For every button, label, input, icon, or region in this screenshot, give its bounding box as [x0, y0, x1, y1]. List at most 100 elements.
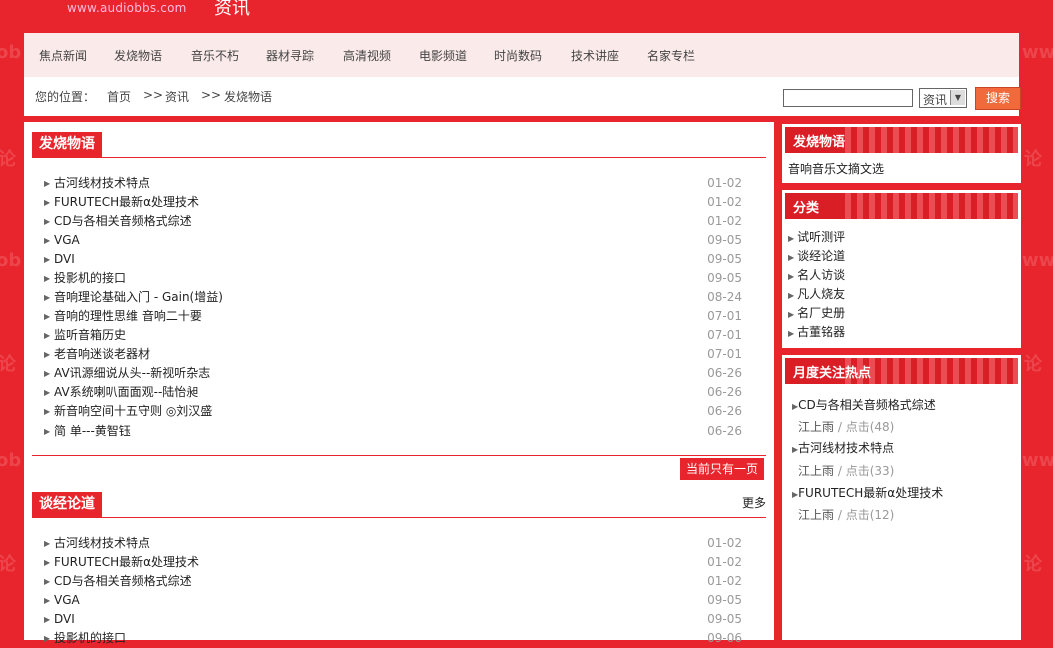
sidebar-box-stories: 发烧物语 音响音乐文摘文选	[782, 124, 1021, 183]
list-item[interactable]: ▶ 投影机的接口 09-05	[44, 269, 742, 288]
list-item[interactable]: ▶ FURUTECH最新α处理技术 01-02	[44, 553, 742, 572]
sidebar-box-title: 月度关注热点	[793, 366, 872, 381]
bg-pattern: ob	[0, 450, 22, 471]
list-item[interactable]: ▶ 音响的理性思维 音响二十要 07-01	[44, 307, 742, 326]
category-item[interactable]: ▶ 古董铭器	[788, 323, 845, 340]
bg-pattern: ww.	[1022, 42, 1053, 63]
bullet-arrow-icon: ▶	[44, 179, 51, 188]
bullet-arrow-icon: ▶	[788, 234, 795, 243]
list-item[interactable]: ▶ 监听音箱历史 07-01	[44, 326, 742, 345]
nav-item-music[interactable]: 音乐不朽	[191, 47, 239, 64]
nav-item-columns[interactable]: 名家专栏	[647, 47, 695, 64]
bullet-arrow-icon: ▶	[44, 596, 51, 605]
nav-item-focus-news[interactable]: 焦点新闻	[39, 47, 87, 64]
hot-item[interactable]: ▶CD与各相关音频格式综述	[792, 396, 936, 413]
site-url[interactable]: www.audiobbs.com	[67, 1, 187, 15]
bg-pattern: ob	[0, 42, 22, 63]
divider	[32, 455, 766, 456]
nav-item-tech[interactable]: 技术讲座	[571, 47, 619, 64]
bullet-arrow-icon: ▶	[788, 291, 795, 300]
bullet-arrow-icon: ▶	[44, 558, 51, 567]
hot-item[interactable]: ▶FURUTECH最新α处理技术	[792, 484, 943, 501]
bullet-arrow-icon: ▶	[788, 272, 795, 281]
section-title: 资讯	[214, 0, 250, 19]
breadcrumb-separator: >>	[143, 88, 164, 102]
list-item[interactable]: ▶ 投影机的接口 09-06	[44, 629, 742, 648]
list-item[interactable]: ▶ 简 单---黄智钰 06-26	[44, 422, 742, 441]
bullet-arrow-icon: ▶	[44, 427, 51, 436]
list-item[interactable]: ▶ CD与各相关音频格式综述 01-02	[44, 212, 742, 231]
breadcrumb-home[interactable]: 首页	[107, 88, 131, 105]
main-content: 发烧物语 ▶ 古河线材技术特点 01-02 ▶ FURUTECH最新α处理技术 01-0…	[24, 122, 774, 645]
nav-item-hd-video[interactable]: 高清视频	[343, 47, 391, 64]
category-item[interactable]: ▶ 谈经论道	[788, 247, 845, 264]
sidebar: 发烧物语 音响音乐文摘文选 分类 ▶ 试听测评 ▶ 谈经论道 ▶ 名人访谈 ▶ 凡人烧友…	[782, 122, 1021, 640]
section-title-stories[interactable]: 发烧物语	[32, 132, 102, 157]
location-bar: 您的位置： 首页 >> 资讯 >> 发烧物语 资讯 ▼ 搜索	[24, 77, 1021, 116]
bg-pattern: 论	[0, 149, 16, 170]
list-item[interactable]: ▶ AV讯源细说从头--新视听杂志 06-26	[44, 364, 742, 383]
search-button[interactable]: 搜索	[975, 87, 1021, 110]
category-item[interactable]: ▶ 名人访谈	[788, 266, 845, 283]
list-item[interactable]: ▶ 新音响空间十五守则 ◎刘汉盛 06-26	[44, 402, 742, 421]
dropdown-arrow-icon[interactable]: ▼	[950, 90, 965, 105]
list-item[interactable]: ▶ DVI 09-05	[44, 250, 742, 269]
nav-item-digital[interactable]: 时尚数码	[494, 47, 542, 64]
hot-item-meta: 江上雨 / 点击(48)	[798, 420, 895, 434]
list-item[interactable]: ▶ VGA 09-05	[44, 231, 742, 250]
divider	[32, 517, 766, 518]
sidebar-box-categories: 分类 ▶ 试听测评 ▶ 谈经论道 ▶ 名人访谈 ▶ 凡人烧友 ▶ 名厂史册 ▶ 古董铭器	[782, 190, 1021, 348]
search-input[interactable]	[783, 89, 913, 107]
breadcrumb-current[interactable]: 发烧物语	[224, 88, 272, 105]
list-item[interactable]: ▶ CD与各相关音频格式综述 01-02	[44, 572, 742, 591]
hot-item[interactable]: ▶古河线材技术特点	[792, 439, 894, 456]
sidebar-box-title: 发烧物语	[793, 135, 846, 150]
list-item[interactable]: ▶ VGA 09-05	[44, 591, 742, 610]
list-item[interactable]: ▶ 音响理论基础入门 - Gain(增益) 08-24	[44, 288, 742, 307]
list-item[interactable]: ▶ AV系统喇叭面面观--陆怡昶 06-26	[44, 383, 742, 402]
bullet-arrow-icon: ▶	[44, 388, 51, 397]
search-category-select[interactable]: 资讯 ▼	[919, 88, 967, 108]
more-link[interactable]: 更多	[742, 494, 766, 511]
bg-pattern: ww.	[1022, 450, 1053, 471]
sidebar-box-header: 月度关注热点	[785, 358, 1018, 384]
hot-item-meta: 江上雨 / 点击(12)	[798, 508, 895, 522]
bullet-arrow-icon: ▶	[44, 407, 51, 416]
category-item[interactable]: ▶ 凡人烧友	[788, 285, 845, 302]
bg-pattern: 论	[1024, 149, 1042, 170]
bg-pattern: ob	[0, 250, 22, 271]
breadcrumb-news[interactable]: 资讯	[165, 88, 189, 105]
bullet-arrow-icon: ▶	[44, 369, 51, 378]
list-item[interactable]: ▶ DVI 09-05	[44, 610, 742, 629]
bg-pattern: 论	[0, 354, 16, 375]
list-item[interactable]: ▶ 古河线材技术特点 01-02	[44, 174, 742, 193]
nav-item-audiophile-stories[interactable]: 发烧物语	[114, 47, 162, 64]
nav-item-movies[interactable]: 电影频道	[419, 47, 467, 64]
bullet-arrow-icon: ▶	[44, 615, 51, 624]
section-header-stories: 发烧物语	[32, 132, 766, 158]
bullet-arrow-icon: ▶	[44, 255, 51, 264]
bullet-arrow-icon: ▶	[44, 331, 51, 340]
sidebar-box-header: 分类	[785, 193, 1018, 219]
bg-pattern: 论	[1024, 354, 1042, 375]
list-item[interactable]: ▶ FURUTECH最新α处理技术 01-02	[44, 193, 742, 212]
divider	[32, 157, 766, 158]
bullet-arrow-icon: ▶	[788, 253, 795, 262]
nav-item-equipment[interactable]: 器材寻踪	[266, 47, 314, 64]
main-nav: 焦点新闻 发烧物语 音乐不朽 器材寻踪 高清视频 电影频道 时尚数码 技术讲座 …	[24, 33, 1019, 77]
category-item[interactable]: ▶ 试听测评	[788, 228, 845, 245]
list-item[interactable]: ▶ 古河线材技术特点 01-02	[44, 534, 742, 553]
section-title-discussion[interactable]: 谈经论道	[32, 492, 102, 517]
header-banner: www.audiobbs.com 资讯	[22, 0, 1021, 33]
paging-indicator[interactable]: 当前只有一页	[680, 458, 765, 480]
bullet-arrow-icon: ▶	[44, 198, 51, 207]
category-item[interactable]: ▶ 名厂史册	[788, 304, 845, 321]
bullet-arrow-icon: ▶	[44, 539, 51, 548]
bullet-arrow-icon: ▶	[44, 236, 51, 245]
section-header-discussion: 谈经论道 更多	[32, 492, 766, 518]
ornament-pattern	[845, 127, 1018, 153]
bullet-arrow-icon: ▶	[788, 329, 795, 338]
list-item[interactable]: ▶ 老音响迷谈老器材 07-01	[44, 345, 742, 364]
breadcrumb-prefix: 您的位置：	[35, 90, 96, 104]
ornament-pattern	[845, 193, 1018, 219]
